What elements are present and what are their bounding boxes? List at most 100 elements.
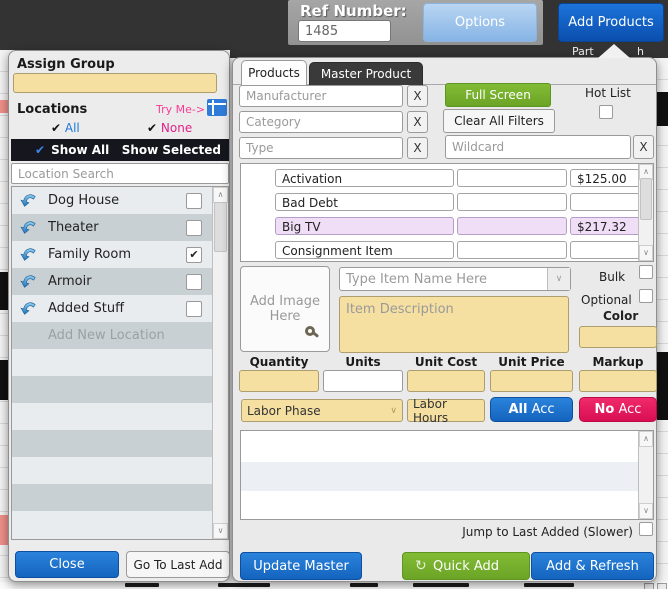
scroll-down-icon[interactable]: ∨ xyxy=(639,245,653,261)
color-input[interactable] xyxy=(579,326,657,348)
add-new-location-label: Add New Location xyxy=(48,328,165,343)
clear-wildcard-button[interactable]: X xyxy=(633,135,654,159)
manufacturer-filter-input[interactable] xyxy=(239,85,403,107)
full-screen-button[interactable]: Full Screen xyxy=(445,83,551,107)
add-and-refresh-button[interactable]: Add & Refresh xyxy=(531,552,654,580)
location-scrollbar[interactable]: ∧ ∨ xyxy=(212,187,228,539)
check-icon: ✔ xyxy=(147,121,158,135)
labor-hours-field[interactable]: Labor Hours xyxy=(407,397,485,425)
quantity-input[interactable] xyxy=(239,370,319,392)
location-row[interactable]: Theater xyxy=(12,214,228,241)
product-list-scrollbar[interactable]: ∧ ∨ xyxy=(638,164,653,261)
product-middle-field[interactable] xyxy=(457,217,567,235)
close-button[interactable]: Close xyxy=(15,551,119,578)
background-button xyxy=(657,583,667,589)
location-checkbox[interactable] xyxy=(186,301,202,317)
scroll-down-icon[interactable]: ∨ xyxy=(639,503,653,519)
unit-cost-input[interactable] xyxy=(407,370,485,392)
added-items-area[interactable]: ∧ ∨ xyxy=(240,430,654,520)
product-price[interactable]: $125.00 xyxy=(570,169,641,187)
empty-row xyxy=(12,376,228,403)
refresh-icon: ↻ xyxy=(415,558,427,574)
magnifier-icon[interactable] xyxy=(305,326,315,336)
select-none-control[interactable]: ✔ None xyxy=(147,121,192,135)
locations-title: Locations xyxy=(17,102,88,117)
show-selected-toggle[interactable]: Show Selected xyxy=(122,143,221,157)
product-price[interactable]: $217.32 xyxy=(570,217,641,235)
show-filter-bar: ✔ Show All Show Selected xyxy=(11,139,229,161)
clear-category-button[interactable]: X xyxy=(407,111,428,133)
clear-manufacturer-button[interactable]: X xyxy=(407,85,428,107)
category-filter-input[interactable] xyxy=(239,111,403,133)
all-acc-button[interactable]: All Acc xyxy=(490,397,573,422)
quick-add-button[interactable]: ↻ Quick Add xyxy=(402,552,530,580)
chevron-down-icon[interactable]: ∨ xyxy=(547,268,570,290)
product-name[interactable]: Bad Debt xyxy=(275,193,454,211)
item-description-textarea[interactable] xyxy=(339,296,569,353)
select-all-control[interactable]: ✔ All xyxy=(51,121,80,135)
product-middle-field[interactable] xyxy=(457,193,567,211)
location-row[interactable]: Dog House xyxy=(12,187,228,214)
product-row[interactable]: Activation $125.00 xyxy=(241,169,641,187)
empty-row xyxy=(12,511,228,538)
clear-type-button[interactable]: X xyxy=(407,137,428,159)
no-acc-button[interactable]: No Acc xyxy=(579,397,657,422)
units-input[interactable] xyxy=(323,370,403,392)
jump-to-last-added-checkbox[interactable] xyxy=(639,522,653,536)
added-items-scrollbar[interactable]: ∧ ∨ xyxy=(638,431,653,519)
hot-list-checkbox[interactable] xyxy=(599,105,613,119)
bulk-checkbox[interactable] xyxy=(639,265,653,279)
location-row[interactable]: Armoir xyxy=(12,268,228,295)
type-filter-input[interactable] xyxy=(239,137,403,159)
location-search-input[interactable] xyxy=(11,163,229,184)
location-checkbox-checked[interactable]: ✔ xyxy=(186,247,202,263)
background-row-black xyxy=(657,352,668,420)
scroll-thumb[interactable] xyxy=(640,178,652,220)
scroll-up-icon[interactable]: ∧ xyxy=(213,187,228,203)
show-all-toggle[interactable]: Show All xyxy=(51,143,109,157)
location-checkbox[interactable] xyxy=(186,193,202,209)
try-me-label: Try Me-> xyxy=(156,103,206,116)
empty-row xyxy=(12,403,228,430)
product-name[interactable]: Activation xyxy=(275,169,454,187)
options-button[interactable]: Options xyxy=(423,3,537,42)
product-middle-field[interactable] xyxy=(457,169,567,187)
product-price[interactable] xyxy=(570,193,641,211)
update-master-button[interactable]: Update Master xyxy=(240,552,362,580)
tab-products[interactable]: Products xyxy=(241,60,307,85)
clear-all-filters-button[interactable]: Clear All Filters xyxy=(443,109,555,133)
assign-group-input[interactable] xyxy=(13,73,217,93)
optional-checkbox[interactable] xyxy=(639,289,653,303)
product-row[interactable]: Bad Debt xyxy=(241,193,641,211)
location-checkbox[interactable] xyxy=(186,220,202,236)
item-name-combo[interactable]: ∨ xyxy=(339,267,571,291)
product-price[interactable] xyxy=(570,241,641,259)
product-row[interactable]: Consignment Item xyxy=(241,241,641,259)
check-icon: ✔ xyxy=(189,248,199,261)
location-row[interactable]: Family Room ✔ xyxy=(12,241,228,268)
wildcard-input[interactable] xyxy=(445,135,631,159)
tab-master-product[interactable]: Master Product xyxy=(309,62,423,85)
product-row-highlighted[interactable]: Big TV $217.32 xyxy=(241,217,641,235)
add-products-button[interactable]: Add Products xyxy=(558,3,664,42)
markup-input[interactable] xyxy=(579,370,657,392)
location-checkbox[interactable] xyxy=(186,274,202,290)
labor-phase-dropdown[interactable]: Labor Phase ∨ xyxy=(241,399,403,422)
location-row[interactable]: Added Stuff xyxy=(12,295,228,322)
scroll-thumb[interactable] xyxy=(214,202,227,252)
item-name-input[interactable] xyxy=(339,267,571,291)
product-name[interactable]: Big TV xyxy=(275,217,454,235)
scroll-down-icon[interactable]: ∨ xyxy=(213,523,228,539)
background-row-black xyxy=(657,92,668,126)
add-new-location-row[interactable]: Add New Location xyxy=(12,322,228,349)
product-name[interactable]: Consignment Item xyxy=(275,241,454,259)
go-to-last-add-button[interactable]: Go To Last Add xyxy=(126,551,230,578)
ref-number-input[interactable] xyxy=(298,20,391,42)
chevron-down-icon: ∨ xyxy=(390,405,397,416)
jump-to-last-added-label: Jump to Last Added (Slower) xyxy=(462,525,633,539)
layout-columns-icon[interactable] xyxy=(207,99,227,116)
add-image-dropzone[interactable]: Add Image Here xyxy=(240,266,330,352)
scroll-up-icon[interactable]: ∧ xyxy=(639,431,653,447)
product-middle-field[interactable] xyxy=(457,241,567,259)
unit-price-input[interactable] xyxy=(490,370,573,392)
